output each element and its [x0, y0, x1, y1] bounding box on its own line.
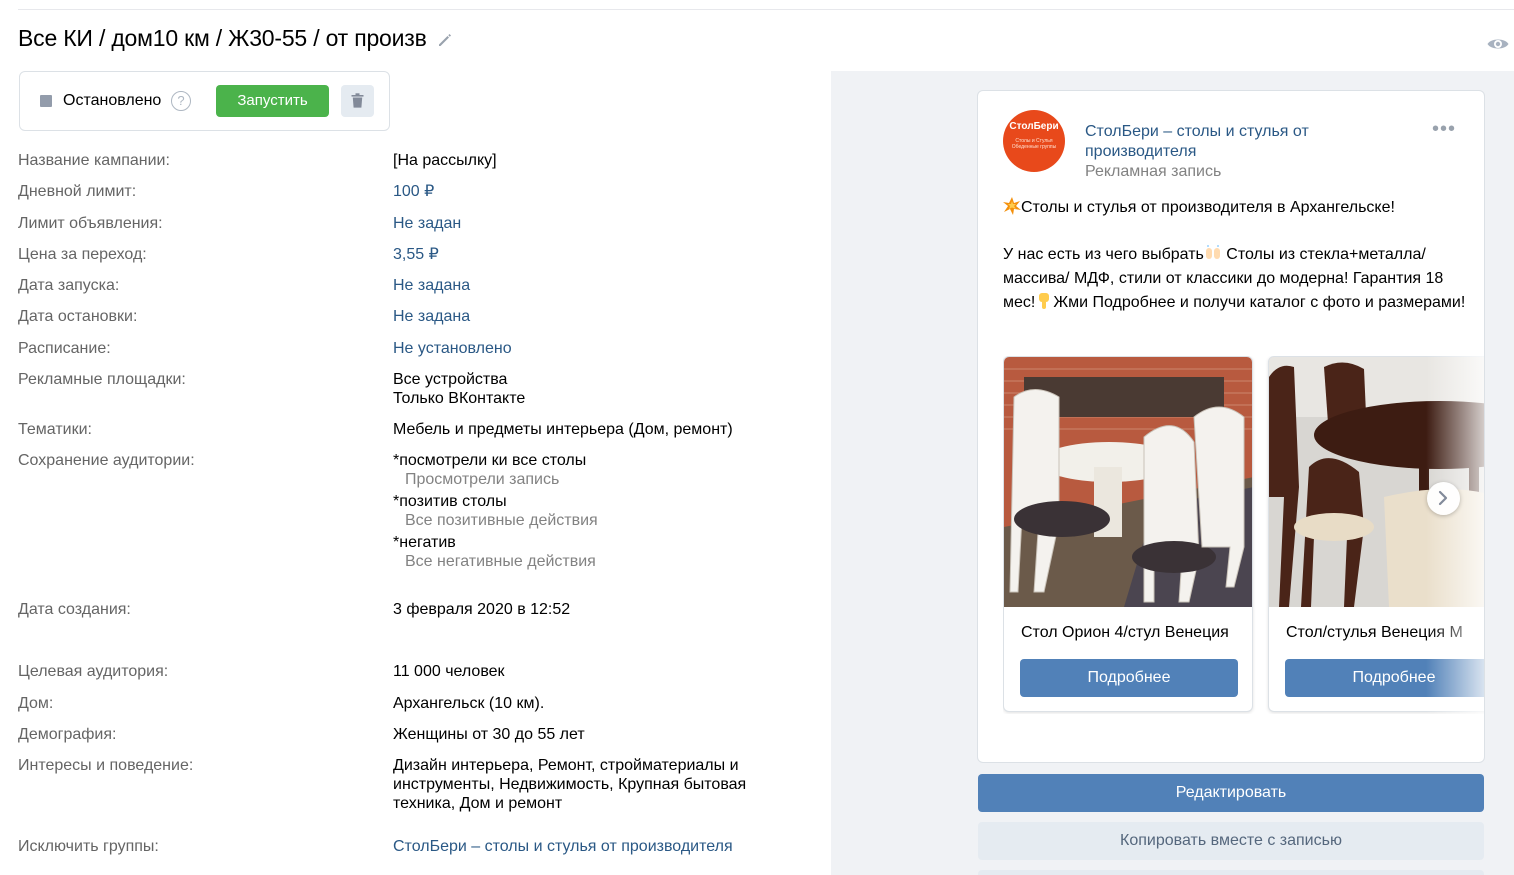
ad-post-preview: СтолБери Столы и Стулья Обеденные группы…: [977, 90, 1485, 763]
detail-label: Дневной лимит:: [18, 183, 137, 200]
detail-value[interactable]: 3,55 ₽: [393, 245, 773, 264]
group-name-link[interactable]: СтолБери – столы и стулья от производите…: [1085, 122, 1355, 162]
edit-button[interactable]: Редактировать: [978, 774, 1484, 812]
avatar-logo-text: СтолБери: [1009, 121, 1059, 132]
more-details-button[interactable]: Подробнее: [1020, 659, 1238, 697]
detail-value-line: 3 февраля 2020 в 12:52: [393, 601, 571, 618]
raised-hands-emoji-icon: [1205, 245, 1220, 259]
product-photo-dark-table[interactable]: [1269, 357, 1485, 607]
detail-value[interactable]: 100 ₽: [393, 182, 773, 201]
status-text: Остановлено: [63, 92, 162, 109]
detail-value: [На рассылку]: [393, 151, 773, 170]
detail-value-line[interactable]: Не задан: [393, 214, 773, 233]
detail-value-line: 11 000 человек: [393, 663, 505, 680]
detail-label: Дата остановки:: [18, 308, 138, 325]
detail-value-line[interactable]: 3,55 ₽: [393, 245, 773, 264]
detail-value[interactable]: Не установлено: [393, 339, 773, 358]
detail-label: Название кампании:: [18, 152, 170, 169]
delete-button[interactable]: [341, 85, 374, 117]
product-carousel[interactable]: Стол Орион 4/стул Венеция Подробнее Стол…: [1003, 356, 1485, 714]
retarget-audience-name: *негатив: [393, 534, 456, 551]
group-avatar[interactable]: СтолБери Столы и Стулья Обеденные группы: [1003, 110, 1065, 172]
retarget-audience-name: *позитив столы: [393, 493, 507, 510]
detail-value: Архангельск (10 км).: [393, 694, 773, 713]
detail-value-line: техника, Дом и ремонт: [393, 795, 563, 812]
detail-value-line: Мебель и предметы интерьера (Дом, ремонт…: [393, 421, 733, 438]
stopped-indicator-icon: [40, 95, 52, 107]
retarget-audience-type: Все негативные действия: [405, 553, 596, 570]
detail-label: Исключить группы:: [18, 838, 159, 855]
detail-label: Цена за переход:: [18, 246, 147, 263]
detail-label: Дата запуска:: [18, 277, 120, 294]
post-headline: Столы и стулья от производителя в Арханг…: [1021, 199, 1395, 216]
more-options-icon[interactable]: •••: [1432, 119, 1456, 140]
post-type-label: Рекламная запись: [1085, 163, 1222, 180]
page-title: Все КИ / дом10 км / Ж30-55 / от произв: [18, 25, 427, 51]
detail-value: *посмотрели ки все столы Просмотрели запи…: [393, 451, 773, 571]
help-icon[interactable]: ?: [171, 91, 191, 111]
detail-value-line: Женщины от 30 до 55 лет: [393, 726, 585, 743]
detail-value[interactable]: СтолБери – столы и стулья от производите…: [393, 837, 773, 856]
carousel-card[interactable]: Стол Орион 4/стул Венеция Подробнее: [1003, 356, 1253, 712]
product-photo-white-chairs[interactable]: [1004, 357, 1253, 607]
detail-value-line: Архангельск (10 км).: [393, 695, 545, 712]
detail-value: Все устройства Только ВКонтакте: [393, 370, 773, 408]
collision-emoji-icon: [1003, 197, 1021, 215]
detail-label: Интересы и поведение:: [18, 757, 194, 774]
detail-value[interactable]: Не задана: [393, 307, 773, 326]
retarget-audience-type: Все позитивные действия: [405, 512, 598, 529]
detail-value-line[interactable]: Не задана: [393, 276, 773, 295]
detail-value[interactable]: Не задана: [393, 276, 773, 295]
pencil-icon[interactable]: [436, 31, 454, 49]
detail-value: Женщины от 30 до 55 лет: [393, 725, 773, 744]
detail-value: Дизайн интерьера, Ремонт, стройматериалы…: [393, 756, 773, 813]
detail-value-line: инструменты, Недвижимость, Крупная бытов…: [393, 776, 747, 793]
post-text: Столы и стулья от производителя в Арханг…: [1003, 196, 1468, 315]
extra-action-button[interactable]: [978, 870, 1484, 875]
retarget-audience-type: Просмотрели запись: [405, 471, 560, 488]
detail-value-line: [На рассылку]: [393, 152, 497, 169]
eye-icon[interactable]: [1486, 35, 1510, 53]
more-details-button[interactable]: Подробнее: [1285, 659, 1484, 697]
pointing-down-emoji-icon: [1039, 293, 1050, 309]
detail-value: 11 000 человек: [393, 662, 773, 681]
detail-label: Лимит объявления:: [18, 215, 163, 232]
avatar-logo-subtext: Столы и Стулья Обеденные группы: [1011, 138, 1057, 150]
detail-label: Расписание:: [18, 340, 111, 357]
detail-label: Дата создания:: [18, 601, 131, 618]
detail-value-line[interactable]: Не установлено: [393, 339, 773, 358]
detail-label: Рекламные площадки:: [18, 371, 186, 388]
detail-value: Мебель и предметы интерьера (Дом, ремонт…: [393, 420, 773, 439]
retarget-audience-name: *посмотрели ки все столы: [393, 452, 587, 469]
campaign-status-panel: Остановлено ? Запустить: [19, 71, 390, 131]
start-button[interactable]: Запустить: [216, 85, 329, 117]
detail-value-line: Все устройства: [393, 371, 508, 388]
detail-value[interactable]: Не задан: [393, 214, 773, 233]
detail-label: Демография:: [18, 726, 117, 743]
copy-with-post-button[interactable]: Копировать вместе с записью: [978, 822, 1484, 860]
post-body-part-c: Жми Подробнее и получи каталог с фото и …: [1053, 294, 1466, 311]
detail-value-line[interactable]: Не задана: [393, 307, 773, 326]
carousel-next-button[interactable]: [1427, 482, 1460, 515]
detail-value: 3 февраля 2020 в 12:52: [393, 600, 773, 619]
detail-label: Сохранение аудитории:: [18, 452, 195, 469]
detail-value-line[interactable]: 100 ₽: [393, 182, 773, 201]
detail-label: Тематики:: [18, 421, 92, 438]
chevron-right-icon: [1438, 490, 1448, 506]
post-body-part-a: У нас есть из чего выбрать: [1003, 246, 1204, 263]
carousel-card-title: Стол/стулья Венеция М: [1286, 624, 1463, 641]
carousel-card[interactable]: Стол/стулья Венеция М Подробнее: [1268, 356, 1485, 712]
trash-icon: [351, 93, 364, 108]
carousel-card-title: Стол Орион 4/стул Венеция: [1021, 624, 1229, 641]
detail-label: Целевая аудитория:: [18, 663, 169, 680]
detail-value-line[interactable]: СтолБери – столы и стулья от производите…: [393, 837, 773, 856]
detail-value-line: Только ВКонтакте: [393, 390, 526, 407]
top-divider: [18, 9, 1514, 10]
detail-label: Дом:: [18, 695, 54, 712]
detail-value-line: Дизайн интерьера, Ремонт, стройматериалы…: [393, 757, 739, 774]
